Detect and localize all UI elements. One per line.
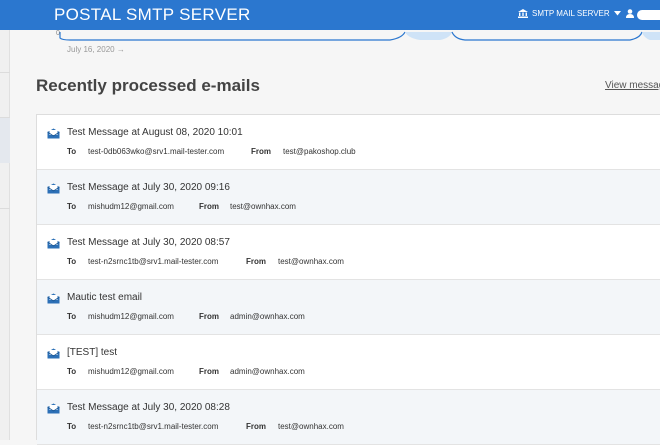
top-navigation-bar: POSTAL SMTP SERVER SMTP MAIL SERVER <box>0 0 660 30</box>
from-label: From <box>199 202 219 211</box>
message-row[interactable]: Test Message at July 30, 2020 08:57 To t… <box>37 225 660 280</box>
server-menu-label: SMTP MAIL SERVER <box>532 9 610 18</box>
from-address: admin@ownhax.com <box>230 367 305 376</box>
sidebar-divider <box>0 208 10 209</box>
envelope-icon <box>47 401 60 414</box>
to-label: To <box>67 367 77 376</box>
sidebar-item-selected[interactable] <box>0 118 10 163</box>
message-row[interactable]: Test Message at July 30, 2020 09:16 To m… <box>37 170 660 225</box>
from-address: test@pakoshop.club <box>283 147 356 156</box>
to-label: To <box>67 422 77 431</box>
message-subject: Test Message at July 30, 2020 09:16 <box>67 182 230 193</box>
to-address: test-n2srnc1tb@srv1.mail-tester.com <box>88 422 219 431</box>
to-address: mishudm12@gmail.com <box>88 367 174 376</box>
from-label: From <box>246 257 266 266</box>
caret-down-icon <box>613 11 621 16</box>
to-label: To <box>67 312 77 321</box>
envelope-icon <box>47 291 60 304</box>
to-label: To <box>67 147 77 156</box>
envelope-icon <box>47 126 60 139</box>
message-list: Test Message at August 08, 2020 10:01 To… <box>36 114 660 445</box>
envelope-icon <box>47 236 60 249</box>
sidebar <box>0 30 10 440</box>
message-subject: Test Message at July 30, 2020 08:57 <box>67 237 230 248</box>
user-menu[interactable] <box>626 9 660 20</box>
message-row[interactable]: Mautic test email To mishudm12@gmail.com… <box>37 280 660 335</box>
message-row[interactable]: Test Message at August 08, 2020 10:01 To… <box>37 115 660 170</box>
from-address: test@ownhax.com <box>230 202 296 211</box>
to-address: test-n2srnc1tb@srv1.mail-tester.com <box>88 257 219 266</box>
server-switcher-dropdown[interactable]: SMTP MAIL SERVER <box>518 9 621 18</box>
app-title[interactable]: POSTAL SMTP SERVER <box>54 5 251 25</box>
sidebar-divider <box>0 117 10 118</box>
message-subject: Mautic test email <box>67 292 143 303</box>
to-address: mishudm12@gmail.com <box>88 202 174 211</box>
view-messages-link[interactable]: View messag <box>605 80 660 91</box>
from-address: test@ownhax.com <box>278 257 344 266</box>
user-name-redacted <box>637 9 660 20</box>
to-address: test-0db063wko@srv1.mail-tester.com <box>88 147 225 156</box>
chart-date-label: July 16, 2020 → <box>67 45 125 54</box>
from-address: admin@ownhax.com <box>230 312 305 321</box>
message-subject: [TEST] test <box>67 347 118 358</box>
message-row[interactable]: Test Message at July 30, 2020 08:28 To t… <box>37 390 660 445</box>
message-row[interactable]: [TEST] test To mishudm12@gmail.com From … <box>37 335 660 390</box>
sidebar-divider <box>0 72 10 73</box>
from-label: From <box>251 147 271 156</box>
from-label: From <box>246 422 266 431</box>
user-icon <box>626 9 634 20</box>
from-label: From <box>199 367 219 376</box>
to-label: To <box>67 257 77 266</box>
message-subject: Test Message at July 30, 2020 08:28 <box>67 402 230 413</box>
bank-icon <box>518 9 528 18</box>
to-address: mishudm12@gmail.com <box>88 312 174 321</box>
from-label: From <box>199 312 219 321</box>
section-title: Recently processed e-mails <box>36 76 260 95</box>
envelope-icon <box>47 181 60 194</box>
to-label: To <box>67 202 77 211</box>
chart-zero-label: 0 <box>56 30 60 37</box>
envelope-icon <box>47 346 60 359</box>
from-address: test@ownhax.com <box>278 422 344 431</box>
message-subject: Test Message at August 08, 2020 10:01 <box>67 127 243 138</box>
